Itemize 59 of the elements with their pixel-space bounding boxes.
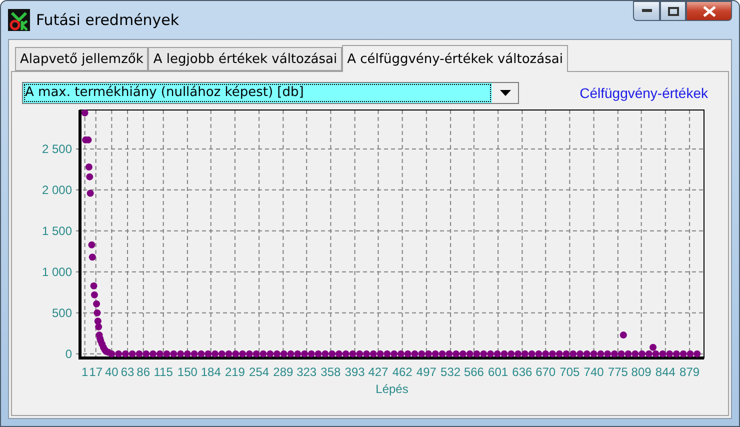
- maximize-icon: [668, 6, 678, 16]
- x-tick-label: 879: [680, 365, 700, 379]
- x-tick-label: 740: [584, 365, 604, 379]
- x-tick-label: 254: [249, 365, 270, 379]
- y-tick-label: 500: [52, 306, 72, 320]
- y-tick-label: 2 000: [42, 182, 72, 197]
- x-tick-label: 670: [536, 365, 556, 379]
- close-icon: [702, 6, 716, 16]
- x-tick-label: 462: [392, 365, 412, 379]
- y-tick-label: 1 500: [42, 224, 72, 238]
- x-tick-label: 636: [512, 365, 532, 379]
- x-tick-label: 184: [200, 365, 221, 379]
- x-axis-label: Lépés: [376, 382, 408, 396]
- x-tick-label: 566: [464, 365, 484, 379]
- y-tick-label: 2 500: [42, 142, 72, 156]
- tab[interactable]: Alapvető jellemzők: [15, 47, 148, 71]
- x-tick-label: 219: [224, 365, 245, 379]
- maximize-button[interactable]: [660, 1, 686, 21]
- x-tick-label: 63: [120, 365, 134, 379]
- x-tick-label: 86: [136, 365, 150, 379]
- x-tick-label: 1: [81, 365, 88, 379]
- x-tick-label: 427: [368, 365, 388, 379]
- minimize-icon: [642, 9, 652, 13]
- x-tick-label: 705: [560, 365, 580, 379]
- tab[interactable]: A legjobb értékek változásai: [148, 47, 342, 71]
- y-tick-label: 0: [65, 346, 72, 361]
- x-tick-label: 844: [655, 365, 676, 379]
- x-tick-label: 358: [320, 365, 341, 379]
- data-point: [90, 282, 98, 290]
- minimize-button[interactable]: [633, 1, 660, 21]
- window-title: Futási eredmények: [36, 11, 180, 29]
- dropdown-arrow-button[interactable]: [492, 83, 518, 103]
- close-button[interactable]: [686, 1, 732, 21]
- x-tick-label: 393: [344, 365, 365, 379]
- y-tick-label: 1 000: [42, 264, 72, 279]
- x-tick-label: 532: [440, 365, 461, 379]
- data-point: [620, 332, 627, 339]
- x-tick-label: 323: [296, 365, 317, 379]
- data-point: [90, 291, 98, 298]
- x-tick-label: 17: [89, 365, 103, 379]
- data-point: [85, 163, 92, 170]
- x-tick-label: 809: [631, 365, 652, 379]
- x-tick-label: 775: [608, 365, 628, 379]
- data-point: [93, 300, 100, 308]
- data-point: [86, 190, 94, 197]
- x-tick-label: 289: [273, 365, 294, 379]
- tab[interactable]: A célfüggvény-értékek változásai: [342, 45, 568, 72]
- data-point: [88, 241, 96, 248]
- app-logo-icon: [8, 9, 30, 31]
- caret-icon: [500, 90, 510, 96]
- x-tick-label: 150: [177, 365, 198, 379]
- x-tick-label: 601: [488, 365, 508, 379]
- x-tick-label: 115: [154, 365, 173, 379]
- x-tick-label: 40: [105, 365, 118, 379]
- x-tick-label: 497: [416, 365, 436, 379]
- data-point: [81, 109, 88, 116]
- data-point: [88, 254, 96, 261]
- legend-label: Célfüggvény-értékek: [580, 85, 708, 101]
- data-point: [86, 173, 94, 180]
